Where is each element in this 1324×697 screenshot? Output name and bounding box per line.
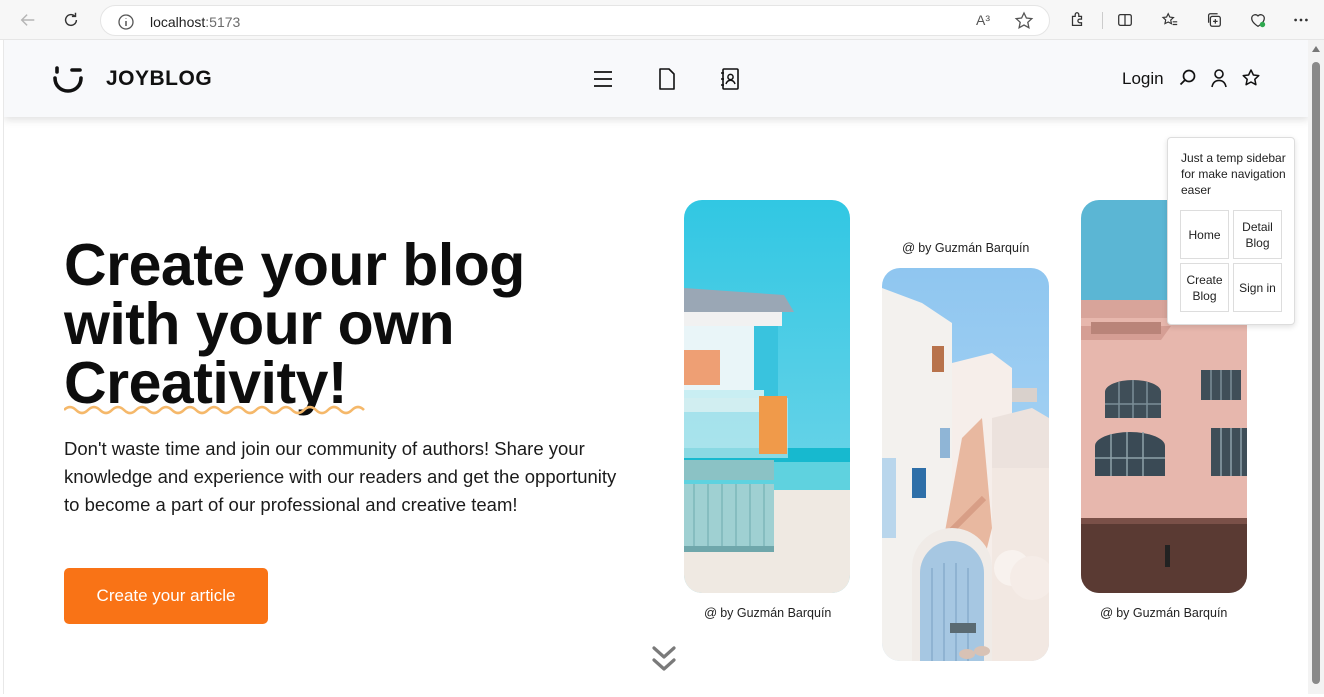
double-chevron-down-icon[interactable] <box>651 644 677 674</box>
user-icon[interactable] <box>1209 68 1229 88</box>
temp-navigation-panel: Just a temp sidebar for make navigation … <box>1167 137 1295 325</box>
browser-toolbar: localhost:5173 A³ <box>0 0 1324 40</box>
login-link[interactable]: Login <box>1122 69 1164 89</box>
reload-icon[interactable] <box>59 8 83 32</box>
browser-essentials-icon[interactable] <box>1246 8 1270 32</box>
split-screen-icon[interactable] <box>1113 8 1137 32</box>
photo-credit: @ by Guzmán Barquín <box>1100 605 1227 620</box>
back-icon[interactable] <box>16 8 40 32</box>
read-aloud-icon[interactable]: A³ <box>976 12 990 28</box>
extensions-icon[interactable] <box>1065 8 1089 32</box>
temp-nav-create-blog-button[interactable]: Create Blog <box>1180 263 1229 312</box>
beach-hut-photo <box>684 200 850 593</box>
photo-credit: @ by Guzmán Barquín <box>704 605 831 620</box>
contact-book-icon[interactable] <box>718 67 742 91</box>
white-house-photo <box>882 268 1049 661</box>
star-icon[interactable] <box>1241 68 1261 88</box>
scrollbar-thumb[interactable] <box>1312 62 1320 684</box>
temp-nav-sign-in-button[interactable]: Sign in <box>1233 263 1282 312</box>
at-icon: @ <box>902 240 916 255</box>
toolbar-separator <box>1102 12 1103 29</box>
at-icon: @ <box>1100 605 1114 620</box>
create-article-button[interactable]: Create your article <box>64 568 268 624</box>
hero-description: Don't waste time and join our community … <box>64 438 617 515</box>
favorite-star-icon[interactable] <box>1014 11 1034 31</box>
more-menu-icon[interactable] <box>1289 8 1313 32</box>
hero-title: Create your blog with your own Creativit… <box>64 232 624 415</box>
temp-nav-detail-blog-button[interactable]: Detail Blog <box>1233 210 1282 259</box>
site-header: JOYBLOG Login <box>4 40 1308 117</box>
photo-credit: @ by Guzmán Barquín <box>902 240 1029 255</box>
hero-title-line: with your own <box>64 291 455 357</box>
photo-credit-text: by Guzmán Barquín <box>720 605 832 620</box>
document-icon[interactable] <box>655 67 679 91</box>
photo-credit-text: by Guzmán Barquín <box>1116 605 1228 620</box>
search-icon[interactable] <box>1178 68 1198 88</box>
site-info-icon[interactable] <box>117 13 135 31</box>
photo-credit-text: by Guzmán Barquín <box>918 240 1030 255</box>
collections-icon[interactable] <box>1202 8 1226 32</box>
address-bar[interactable]: localhost:5173 A³ <box>100 5 1050 36</box>
at-icon: @ <box>704 605 718 620</box>
hero-title-line: Create your blog <box>64 232 525 298</box>
favorites-icon[interactable] <box>1158 8 1182 32</box>
wavy-underline <box>64 405 365 415</box>
temp-panel-note: Just a temp sidebar for make navigation … <box>1181 151 1286 197</box>
page-viewport: JOYBLOG Login Create your blog with your… <box>3 40 1308 694</box>
url-text: localhost:5173 <box>150 14 241 30</box>
page-scrollbar[interactable] <box>1308 40 1324 694</box>
scroll-up-arrow-icon[interactable] <box>1312 46 1320 52</box>
brand-name[interactable]: JOYBLOG <box>106 67 212 91</box>
smile-logo-icon[interactable] <box>52 64 84 94</box>
menu-icon[interactable] <box>591 67 615 91</box>
temp-nav-home-button[interactable]: Home <box>1180 210 1229 259</box>
